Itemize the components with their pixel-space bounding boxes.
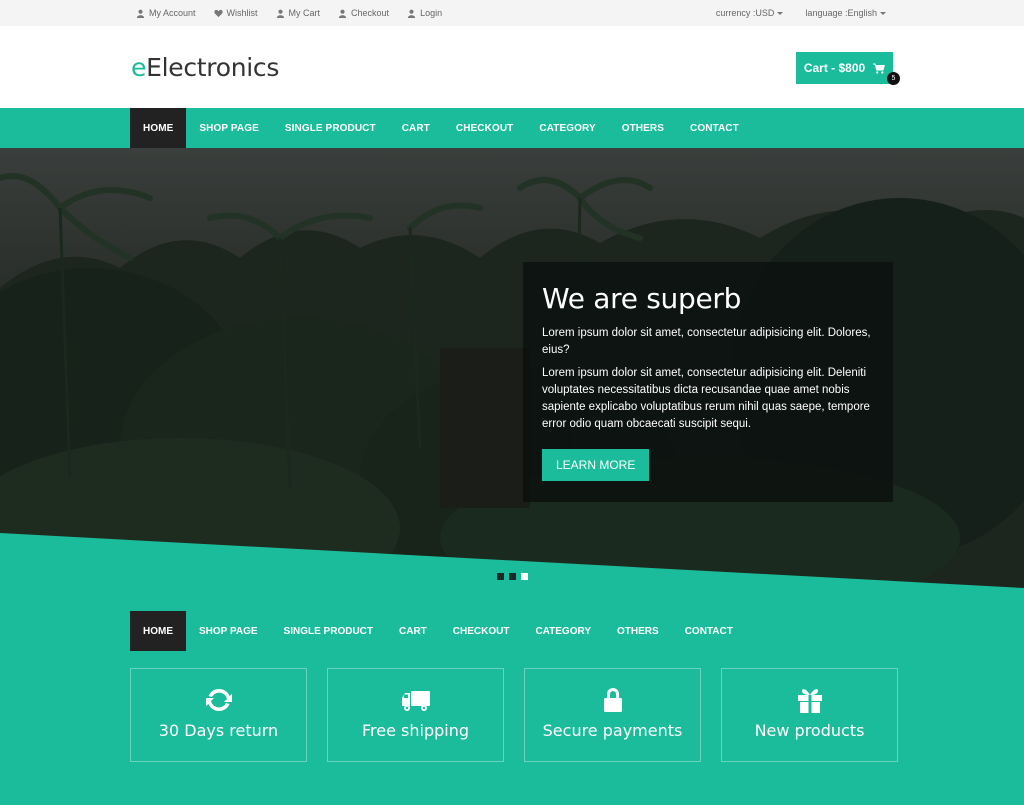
heart-icon	[213, 9, 223, 17]
nav2-item-contact[interactable]: CONTACT	[672, 611, 746, 651]
caret-down-icon	[880, 11, 886, 15]
language-dropdown[interactable]: language :English	[805, 8, 886, 18]
nav2-item-others[interactable]: OTHERS	[604, 611, 672, 651]
feature-return-label: 30 Days return	[158, 721, 279, 740]
account-links: My Account Wishlist My Cart Checkout Log…	[136, 8, 460, 18]
hero-paragraph-2: Lorem ipsum dolor sit amet, consectetur …	[542, 367, 870, 430]
nav2-item-cart[interactable]: CART	[386, 611, 440, 651]
cart-button[interactable]: Cart - $800	[796, 52, 893, 84]
nav2-item-single-product[interactable]: SINGLE PRODUCT	[271, 611, 386, 651]
nav2-item-shop-page[interactable]: SHOP PAGE	[186, 611, 271, 651]
wishlist-link[interactable]: Wishlist	[213, 8, 258, 18]
user-icon	[136, 9, 145, 18]
my-cart-link[interactable]: My Cart	[276, 8, 321, 18]
my-account-link[interactable]: My Account	[136, 8, 196, 18]
slider-dot-3[interactable]	[521, 573, 528, 580]
refresh-icon	[205, 688, 232, 712]
hero-slider: We are superb Lorem ipsum dolor sit amet…	[0, 148, 1024, 588]
user-icon	[338, 9, 347, 18]
nav-item-shop-page[interactable]: SHOP PAGE	[186, 108, 271, 148]
hero-title: We are superb	[542, 282, 742, 315]
cart-total: Cart - $800	[803, 61, 866, 75]
nav-item-others[interactable]: OTHERS	[609, 108, 677, 148]
cart-count-badge: 5	[887, 72, 900, 85]
nav2-item-checkout[interactable]: CHECKOUT	[440, 611, 523, 651]
checkout-label: Checkout	[351, 8, 390, 18]
nav-item-single-product[interactable]: SINGLE PRODUCT	[272, 108, 389, 148]
secondary-nav: HOME SHOP PAGE SINGLE PRODUCT CART CHECK…	[130, 611, 746, 651]
locale-selectors: currency :USD language :English	[694, 8, 886, 18]
lock-icon	[603, 688, 622, 712]
nav-item-checkout[interactable]: CHECKOUT	[443, 108, 526, 148]
user-icon	[407, 9, 416, 18]
nav-item-cart[interactable]: CART	[389, 108, 443, 148]
caret-down-icon	[777, 11, 784, 15]
language-label: language :English	[805, 8, 877, 18]
shopping-cart-icon	[873, 63, 886, 74]
main-nav: HOME SHOP PAGE SINGLE PRODUCT CART CHECK…	[0, 108, 1024, 148]
truck-icon	[401, 691, 430, 711]
feature-boxes: 30 Days return Free shipping Secure paym…	[130, 668, 898, 762]
site-logo[interactable]: eElectronics	[131, 53, 279, 82]
user-icon	[276, 9, 284, 18]
gift-icon	[797, 689, 822, 713]
nav2-item-category[interactable]: CATEGORY	[522, 611, 604, 651]
currency-label: currency :USD	[715, 8, 775, 18]
feature-new-products-label: New products	[754, 721, 865, 740]
slider-dot-2[interactable]	[509, 573, 516, 580]
wishlist-label: Wishlist	[226, 8, 258, 18]
nav-item-home[interactable]: HOME	[130, 108, 187, 148]
top-bar: My Account Wishlist My Cart Checkout Log…	[0, 0, 1024, 26]
hero-caption: We are superb Lorem ipsum dolor sit amet…	[523, 262, 893, 502]
currency-dropdown[interactable]: currency :USD	[716, 8, 784, 18]
nav2-item-home[interactable]: HOME	[130, 611, 186, 651]
slider-dots	[497, 573, 528, 580]
logo-prefix: e	[131, 53, 147, 82]
feature-shipping-label: Free shipping	[361, 721, 469, 740]
feature-payments-label: Secure payments	[542, 721, 683, 740]
feature-payments: Secure payments	[524, 668, 701, 762]
nav-item-contact[interactable]: CONTACT	[677, 108, 752, 148]
learn-more-button[interactable]: LEARN MORE	[542, 449, 650, 481]
login-label: Login	[420, 8, 443, 18]
feature-shipping: Free shipping	[327, 668, 504, 762]
slider-dot-1[interactable]	[497, 573, 504, 580]
site-header: eElectronics Cart - $800 5	[0, 26, 1024, 108]
nav-item-category[interactable]: CATEGORY	[526, 108, 608, 148]
my-account-label: My Account	[149, 8, 196, 18]
feature-return: 30 Days return	[130, 668, 307, 762]
logo-text: Electronics	[146, 53, 280, 82]
hero-paragraph-1: Lorem ipsum dolor sit amet, consectetur …	[542, 327, 871, 356]
checkout-link[interactable]: Checkout	[338, 8, 389, 18]
login-link[interactable]: Login	[407, 8, 442, 18]
my-cart-label: My Cart	[288, 8, 321, 18]
feature-new-products: New products	[721, 668, 898, 762]
